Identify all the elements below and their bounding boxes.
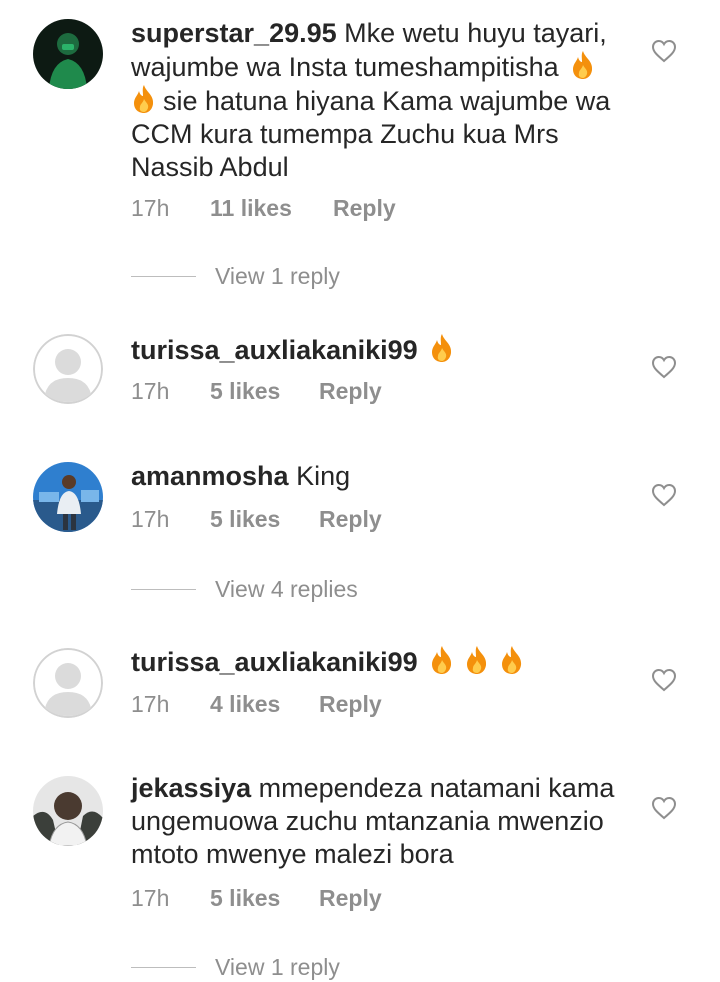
reply-button[interactable]: Reply <box>319 376 382 406</box>
reply-button[interactable]: Reply <box>319 883 382 913</box>
heart-outline-icon[interactable] <box>651 668 677 692</box>
heart-outline-icon[interactable] <box>651 796 677 820</box>
avatar[interactable] <box>33 776 103 846</box>
comment-timestamp: 17h <box>131 691 170 717</box>
view-replies-label[interactable]: View 1 reply <box>215 952 340 982</box>
likes-count[interactable]: 11 likes <box>210 193 292 223</box>
comment-timestamp: 17h <box>131 885 170 911</box>
fire-emoji-icon <box>429 333 455 363</box>
comment-username[interactable]: superstar_29.95 <box>131 18 337 48</box>
comment-body: jekassiya mmependeza natamani kama ungem… <box>131 772 631 871</box>
divider-line <box>131 967 196 968</box>
comment-username[interactable]: jekassiya <box>131 773 251 803</box>
likes-count[interactable]: 5 likes <box>210 376 280 406</box>
comment-body: turissa_auxliakaniki99 <box>131 333 631 367</box>
view-replies-label[interactable]: View 1 reply <box>215 261 340 291</box>
comment-text-continued: sie hatuna hiyana Kama wajumbe wa CCM ku… <box>131 86 611 182</box>
comment-timestamp: 17h <box>131 506 170 532</box>
comment-username[interactable]: turissa_auxliakaniki99 <box>131 335 418 365</box>
fire-emoji-icon <box>499 645 525 675</box>
avatar-placeholder[interactable] <box>33 334 103 404</box>
comment-body: turissa_auxliakaniki99 <box>131 645 631 679</box>
fire-emoji-icon <box>464 645 490 675</box>
reply-button[interactable]: Reply <box>319 504 382 534</box>
avatar[interactable] <box>33 19 103 89</box>
comment-body: superstar_29.95 Mke wetu huyu tayari, wa… <box>131 17 631 184</box>
avatar-placeholder[interactable] <box>33 648 103 718</box>
comment-timestamp: 17h <box>131 378 170 404</box>
comment-username[interactable]: turissa_auxliakaniki99 <box>131 647 418 677</box>
reply-button[interactable]: Reply <box>319 689 382 719</box>
likes-count[interactable]: 5 likes <box>210 883 280 913</box>
comment-timestamp: 17h <box>131 195 170 221</box>
heart-outline-icon[interactable] <box>651 483 677 507</box>
heart-outline-icon[interactable] <box>651 355 677 379</box>
comment-username[interactable]: amanmosha <box>131 461 289 491</box>
avatar[interactable] <box>33 462 103 532</box>
divider-line <box>131 276 196 277</box>
likes-count[interactable]: 4 likes <box>210 689 280 719</box>
comment-text: King <box>296 461 351 491</box>
reply-button[interactable]: Reply <box>333 193 396 223</box>
view-replies-label[interactable]: View 4 replies <box>215 574 358 604</box>
fire-emoji-icon <box>570 50 596 80</box>
likes-count[interactable]: 5 likes <box>210 504 280 534</box>
fire-emoji-icon <box>131 84 157 114</box>
fire-emoji-icon <box>429 645 455 675</box>
comment-body: amanmosha King <box>131 460 631 493</box>
heart-outline-icon[interactable] <box>651 39 677 63</box>
divider-line <box>131 589 196 590</box>
